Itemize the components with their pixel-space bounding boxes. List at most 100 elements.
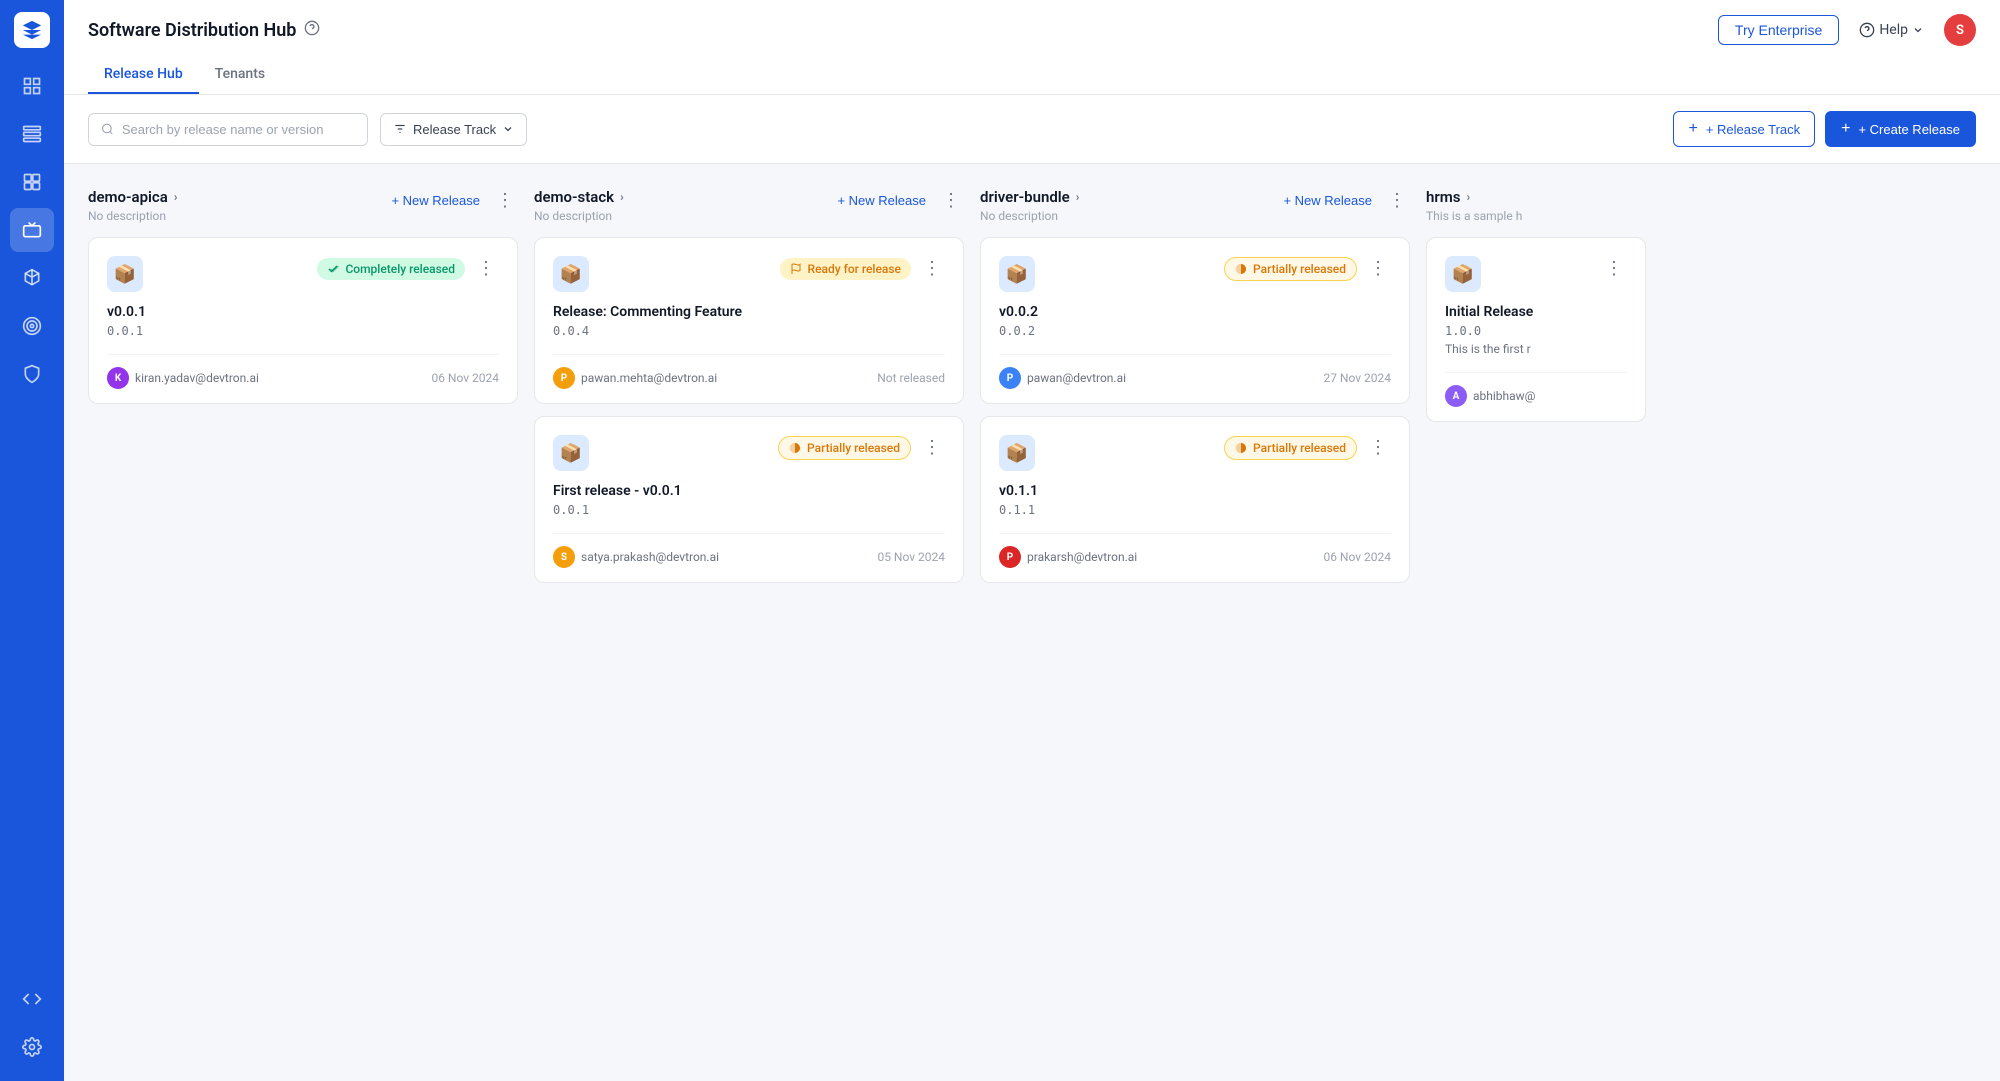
new-release-button-demo-stack[interactable]: + New Release: [833, 189, 930, 212]
card-name-v002: v0.0.2: [999, 304, 1391, 320]
card-version-commenting: 0.0.4: [553, 324, 945, 338]
column-title-driver-bundle[interactable]: driver-bundle ›: [980, 188, 1279, 206]
search-icon: [101, 122, 114, 136]
main-content: Software Distribution Hub Try Enterprise…: [64, 0, 2000, 1081]
new-release-button-driver-bundle[interactable]: + New Release: [1279, 189, 1376, 212]
card-top-right-initial: ⋮: [1601, 256, 1627, 281]
new-release-button-demo-apica[interactable]: + New Release: [387, 189, 484, 212]
help-button[interactable]: Help: [1851, 16, 1932, 44]
user-avatar-kiran: K: [107, 367, 129, 389]
column-chevron-hrms: ›: [1467, 190, 1471, 204]
release-card-v011[interactable]: 📦 Partially released ⋮: [980, 416, 1410, 583]
column-menu-demo-stack[interactable]: ⋮: [938, 188, 964, 213]
column-actions-demo-stack: + New Release ⋮: [833, 188, 964, 213]
header-title-group: Software Distribution Hub: [88, 20, 320, 41]
release-box-icon-v002: 📦: [999, 256, 1035, 292]
sidebar-item-cube[interactable]: [10, 256, 54, 300]
card-menu-first[interactable]: ⋮: [919, 435, 945, 460]
card-user-pawan: P pawan@devtron.ai: [999, 367, 1126, 389]
column-name-driver-bundle: driver-bundle: [980, 188, 1070, 206]
help-label: Help: [1879, 22, 1908, 38]
card-top-right-first: Partially released ⋮: [778, 435, 945, 460]
filter-release-track-button[interactable]: Release Track: [380, 113, 527, 146]
create-plus-icon: +: [1841, 120, 1850, 138]
help-circle-icon[interactable]: [304, 20, 320, 40]
card-footer-commenting: P pawan.mehta@devtron.ai Not released: [553, 354, 945, 389]
create-release-button[interactable]: + + Create Release: [1825, 111, 1976, 147]
try-enterprise-button[interactable]: Try Enterprise: [1718, 15, 1839, 45]
search-wrap[interactable]: [88, 113, 368, 146]
user-name-pawan: pawan@devtron.ai: [1027, 371, 1126, 385]
sidebar-item-shield[interactable]: [10, 352, 54, 396]
column-header-hrms: hrms › This is a sample h: [1426, 188, 1646, 223]
release-box-icon-first: 📦: [553, 435, 589, 471]
column-title-wrap-hrms: hrms › This is a sample h: [1426, 188, 1646, 223]
release-card-v002[interactable]: 📦 Partially released ⋮: [980, 237, 1410, 404]
user-name-pawan-mehta: pawan.mehta@devtron.ai: [581, 371, 717, 385]
column-header-driver-bundle: driver-bundle › No description + New Rel…: [980, 188, 1410, 223]
column-title-hrms[interactable]: hrms ›: [1426, 188, 1646, 206]
card-name-commenting: Release: Commenting Feature: [553, 304, 945, 320]
status-badge-complete: Completely released: [317, 258, 465, 280]
card-top: 📦 Completely released ⋮: [107, 256, 499, 292]
card-version-initial: 1.0.0: [1445, 324, 1627, 338]
card-menu-initial[interactable]: ⋮: [1601, 256, 1627, 281]
card-date-v002: 27 Nov 2024: [1323, 371, 1391, 385]
user-avatar[interactable]: S: [1944, 14, 1976, 46]
column-menu-driver-bundle[interactable]: ⋮: [1384, 188, 1410, 213]
card-menu-v011[interactable]: ⋮: [1365, 435, 1391, 460]
tab-tenants[interactable]: Tenants: [199, 56, 281, 94]
column-desc-demo-stack: No description: [534, 209, 833, 223]
card-menu-v001-apica[interactable]: ⋮: [473, 256, 499, 281]
chevron-down-icon: [1912, 24, 1924, 36]
release-card-commenting[interactable]: 📦 Ready for release ⋮ Release: Commenti: [534, 237, 964, 404]
search-input[interactable]: [122, 122, 355, 137]
tab-release-hub[interactable]: Release Hub: [88, 56, 199, 94]
card-footer-v002: P pawan@devtron.ai 27 Nov 2024: [999, 354, 1391, 389]
column-menu-demo-apica[interactable]: ⋮: [492, 188, 518, 213]
sidebar-item-target[interactable]: [10, 304, 54, 348]
columns-container: demo-apica › No description + New Releas…: [88, 188, 1976, 595]
card-top-v011: 📦 Partially released ⋮: [999, 435, 1391, 471]
card-menu-commenting[interactable]: ⋮: [919, 256, 945, 281]
half-circle-icon: [789, 442, 801, 454]
release-card-initial[interactable]: 📦 ⋮ Initial Release 1.0.0 This is the fi…: [1426, 237, 1646, 422]
card-top-right-commenting: Ready for release ⋮: [780, 256, 945, 281]
plus-icon: +: [1688, 120, 1697, 138]
nav-tabs: Release Hub Tenants: [88, 56, 1976, 94]
card-menu-v002[interactable]: ⋮: [1365, 256, 1391, 281]
filter-chevron-icon: [502, 123, 514, 135]
half-circle-icon-v011: [1235, 442, 1247, 454]
user-name-abhibhaw: abhibhaw@: [1473, 389, 1535, 403]
column-actions-driver-bundle: + New Release ⋮: [1279, 188, 1410, 213]
user-avatar-abhibhaw: A: [1445, 385, 1467, 407]
release-box-icon-v011: 📦: [999, 435, 1035, 471]
column-title-demo-apica[interactable]: demo-apica ›: [88, 188, 387, 206]
sidebar-item-code[interactable]: [10, 977, 54, 1021]
release-box-icon-commenting: 📦: [553, 256, 589, 292]
create-release-label: + Create Release: [1858, 122, 1960, 137]
sidebar-item-grid[interactable]: [10, 64, 54, 108]
column-demo-stack: demo-stack › No description + New Releas…: [534, 188, 964, 595]
sidebar-item-settings[interactable]: [10, 1025, 54, 1069]
column-chevron-demo-apica: ›: [174, 190, 178, 204]
toolbar-right: + + Release Track + + Create Release: [1673, 111, 1976, 147]
sidebar-item-deploy[interactable]: [10, 160, 54, 204]
sidebar-item-release[interactable]: [10, 208, 54, 252]
card-top-commenting: 📦 Ready for release ⋮: [553, 256, 945, 292]
check-icon: [327, 263, 339, 275]
release-card-v001-apica[interactable]: 📦 Completely released ⋮: [88, 237, 518, 404]
card-top-right-v002: Partially released ⋮: [1224, 256, 1391, 281]
release-track-button[interactable]: + + Release Track: [1673, 111, 1815, 147]
toolbar-left: Release Track: [88, 113, 527, 146]
sidebar-item-apps[interactable]: [10, 112, 54, 156]
column-actions-demo-apica: + New Release ⋮: [387, 188, 518, 213]
column-title-demo-stack[interactable]: demo-stack ›: [534, 188, 833, 206]
user-avatar-prakarsh: P: [999, 546, 1021, 568]
column-desc-demo-apica: No description: [88, 209, 387, 223]
card-not-released: Not released: [877, 371, 945, 385]
user-avatar-pawan-mehta: P: [553, 367, 575, 389]
release-card-first[interactable]: 📦 Partially released ⋮: [534, 416, 964, 583]
column-demo-apica: demo-apica › No description + New Releas…: [88, 188, 518, 416]
sidebar-logo[interactable]: [14, 12, 50, 48]
